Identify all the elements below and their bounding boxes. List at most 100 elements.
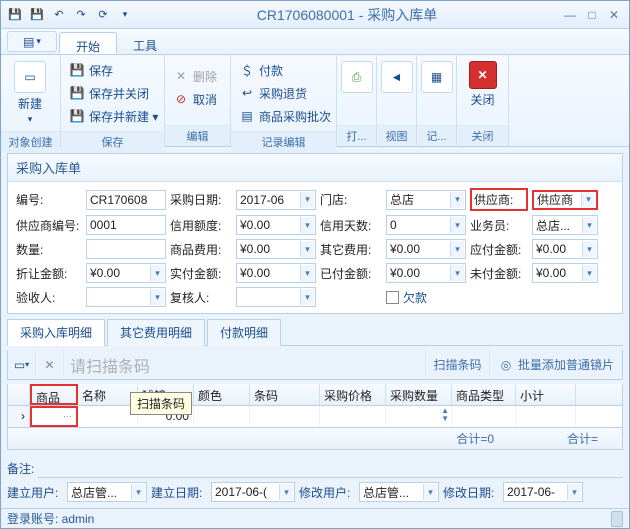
dropdown-icon[interactable]: ▾ [581,193,595,207]
app-menu[interactable]: ▤ ▾ [7,31,57,52]
close-panel-button[interactable]: ✕关闭 [459,57,506,112]
field-input[interactable]: ¥0.00▾ [236,215,316,235]
field-input[interactable]: ¥0.00▾ [532,263,598,283]
dropdown-icon[interactable]: ▾ [300,241,314,257]
field-input[interactable]: ▾ [86,287,166,307]
dropdown-icon[interactable]: ▾ [582,265,596,281]
grid-row[interactable]: › ⋯ 0.00 ▲▼ [7,406,623,428]
qa-dropdown[interactable]: ▾ [115,5,135,25]
cell-name[interactable] [78,406,138,427]
dropdown-icon[interactable]: ▾ [450,241,464,257]
footer-field[interactable]: 总店管...▾ [67,482,147,502]
col-header[interactable]: 小计 [516,384,576,405]
dropdown-icon[interactable]: ▾ [150,289,164,305]
field-input[interactable]: ¥0.00▾ [532,239,598,259]
field-input[interactable]: 0▾ [386,215,466,235]
cell-subtotal[interactable] [516,406,576,427]
dropdown-icon[interactable]: ▾ [300,217,314,233]
dropdown-icon[interactable]: ▾ [300,289,314,305]
field-input[interactable]: ¥0.00▾ [236,263,316,283]
print-icon: ⎙ [341,61,373,93]
pay-button[interactable]: ＄付款 [235,59,335,81]
status-bar: 登录账号: admin [1,508,629,528]
dropdown-icon[interactable]: ▾ [423,484,437,500]
footer-label: 修改用户: [299,484,355,501]
col-header[interactable]: 颜色 [194,384,250,405]
cell-color[interactable] [194,406,250,427]
field-input[interactable]: 总店▾ [386,190,466,210]
minimize-button[interactable]: — [559,6,581,24]
dropdown-icon[interactable]: ▾ [450,217,464,233]
view-button[interactable]: ◄ [379,57,415,97]
save-icon[interactable]: 💾 [5,5,25,25]
redo-icon[interactable]: ↷ [71,5,91,25]
field-input[interactable]: 总店...▾ [532,215,598,235]
delete-row-button[interactable]: ✕ [36,350,64,379]
col-header[interactable]: 采购数量 [386,384,452,405]
refresh-icon[interactable]: ⟳ [93,5,113,25]
tab-start[interactable]: 开始 [59,32,117,54]
col-header[interactable]: 商品 [30,384,78,405]
save-button[interactable]: 💾保存 [65,59,162,81]
field-input[interactable] [86,239,166,259]
col-header[interactable]: 采购价格 [320,384,386,405]
form-title: 采购入库单 [8,154,622,182]
col-header[interactable]: 商品类型 [452,384,516,405]
save-close-icon[interactable]: 💾 [27,5,47,25]
dropdown-icon[interactable]: ▾ [150,265,164,281]
resize-grip[interactable] [611,511,623,527]
field-input[interactable]: CR170608 [86,190,166,210]
dropdown-icon[interactable]: ▾ [279,484,293,500]
new-row-button[interactable]: ▭▾ [8,350,36,379]
dropdown-icon[interactable]: ▾ [582,241,596,257]
footer-field[interactable]: 2017-06-▾ [503,482,583,502]
tab-detail-in[interactable]: 采购入库明细 [7,319,105,346]
maximize-button[interactable]: □ [581,6,603,24]
col-header[interactable] [8,384,30,405]
field-input[interactable]: 2017-06▾ [236,190,316,210]
save-new-button[interactable]: 💾保存并新建 ▾ [65,105,162,127]
field-input[interactable]: ¥0.00▾ [386,263,466,283]
dropdown-icon[interactable]: ▾ [300,192,314,208]
batch-button[interactable]: ▤商品采购批次 [235,105,335,127]
close-button[interactable]: ✕ [603,6,625,24]
field-input[interactable]: 供应商▾ [532,190,598,210]
barcode-input[interactable]: 请扫描条码 [64,350,426,379]
field-input[interactable]: ▾ [236,287,316,307]
dropdown-icon[interactable]: ▾ [450,192,464,208]
footer-field[interactable]: 2017-06-(▾ [211,482,295,502]
cell-type[interactable] [452,406,516,427]
dropdown-icon[interactable]: ▾ [582,217,596,233]
document-icon: ▭ [14,61,46,93]
return-button[interactable]: ↩采购退货 [235,82,335,104]
new-button[interactable]: ▭新建▾ [3,57,57,129]
field-input[interactable]: 0001 [86,215,166,235]
print-button[interactable]: ⎙ [339,57,375,97]
dropdown-icon[interactable]: ▾ [450,265,464,281]
back-icon: ◄ [381,61,413,93]
batch-add-button[interactable]: ◎批量添加普通镜片 [490,356,622,373]
field-label: 信用天数: [320,217,382,234]
tab-tools[interactable]: 工具 [117,32,173,54]
owe-checkbox[interactable] [386,291,399,304]
dropdown-icon[interactable]: ▾ [300,265,314,281]
cell-barcode[interactable] [250,406,320,427]
record-button[interactable]: ▦ [419,57,455,97]
field-input[interactable]: ¥0.00▾ [386,239,466,259]
remark-input[interactable] [38,458,623,478]
field-input[interactable]: ¥0.00▾ [86,263,166,283]
cell-product[interactable]: ⋯ [30,406,78,427]
field-input[interactable]: ¥0.00▾ [236,239,316,259]
tab-payment[interactable]: 付款明细 [207,319,281,346]
footer-field[interactable]: 总店管...▾ [359,482,439,502]
col-header[interactable]: 名称 [78,384,138,405]
cell-qty[interactable]: ▲▼ [386,406,452,427]
cancel-button[interactable]: ⊘取消 [169,88,221,110]
undo-icon[interactable]: ↶ [49,5,69,25]
save-close-button[interactable]: 💾保存并关闭 [65,82,162,104]
tab-other-fee[interactable]: 其它费用明细 [107,319,205,346]
cell-price[interactable] [320,406,386,427]
col-header[interactable]: 条码 [250,384,320,405]
dropdown-icon[interactable]: ▾ [131,484,145,500]
dropdown-icon[interactable]: ▾ [567,484,581,500]
